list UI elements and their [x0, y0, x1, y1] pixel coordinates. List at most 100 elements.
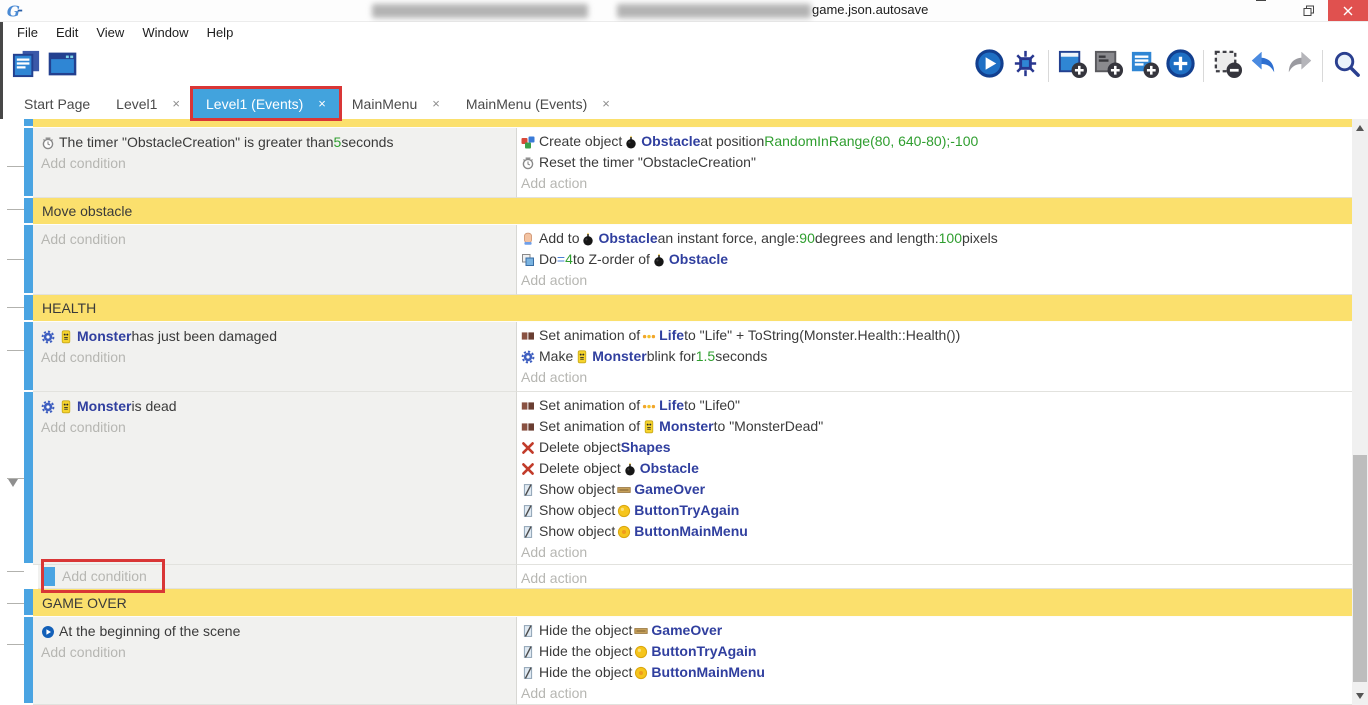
group-header[interactable]: GAME OVER — [33, 589, 1352, 617]
menu-help[interactable]: Help — [198, 22, 243, 43]
action-item[interactable]: Make Monster blink for 1.5 seconds — [521, 346, 1352, 367]
visibility-icon — [521, 504, 535, 518]
text-segment: to "Life0" — [684, 395, 740, 416]
add-action-button[interactable]: Add action — [521, 683, 1352, 704]
menu-edit[interactable]: Edit — [47, 22, 87, 43]
text-segment: Set animation of — [539, 416, 640, 437]
action-item[interactable]: Show object ButtonMainMenu — [521, 521, 1352, 542]
add-condition-button[interactable]: Add condition — [41, 229, 516, 250]
add-condition-button[interactable]: Add condition — [41, 642, 516, 663]
add-subevent-button[interactable] — [1090, 48, 1126, 84]
action-item[interactable]: Delete object Shapes — [521, 437, 1352, 458]
action-item[interactable]: Show object ButtonTryAgain — [521, 500, 1352, 521]
bug-icon — [1010, 48, 1041, 84]
event-row: The timer "ObstacleCreation" is greater … — [24, 128, 1352, 198]
actions-cell[interactable]: Set animation of Life to "Life" + ToStri… — [516, 322, 1352, 392]
action-item[interactable]: Hide the object GameOver — [521, 620, 1352, 641]
delete-event-button[interactable] — [1209, 48, 1245, 84]
condition-item[interactable]: Monster has just been damaged — [41, 326, 516, 347]
add-condition-button[interactable]: Add condition — [41, 417, 516, 438]
text-segment: GameOver — [634, 479, 705, 500]
scroll-up-icon[interactable] — [1356, 125, 1364, 131]
action-item[interactable]: Show object GameOver — [521, 479, 1352, 500]
redo-button[interactable] — [1281, 48, 1317, 84]
menu-view[interactable]: View — [87, 22, 133, 43]
condition-item[interactable]: At the beginning of the scene — [41, 621, 516, 642]
group-header[interactable]: HEALTH — [33, 295, 1352, 322]
add-event-button[interactable] — [1054, 48, 1090, 84]
preview-button[interactable] — [971, 48, 1007, 84]
action-item[interactable]: Set animation of Monster to "MonsterDead… — [521, 416, 1352, 437]
tab-level1-events[interactable]: Level1 (Events)× — [193, 88, 339, 119]
subevent-row: Add condition Add action — [24, 565, 1352, 589]
action-item[interactable]: Do = 4 to Z-order of Obstacle — [521, 249, 1352, 270]
conditions-cell[interactable]: Monster is deadAdd condition — [33, 392, 516, 565]
add-comment-button[interactable] — [1126, 48, 1162, 84]
subevent-conditions-cell[interactable]: Add condition — [38, 565, 516, 589]
condition-item[interactable]: The timer "ObstacleCreation" is greater … — [41, 132, 516, 153]
group-header[interactable] — [33, 119, 1352, 128]
text-segment: 4 — [565, 249, 573, 270]
add-action-button[interactable]: Add action — [521, 568, 1352, 589]
add-action-button[interactable]: Add action — [521, 173, 1352, 194]
event-highlight-bar — [24, 128, 33, 196]
gdevelop-logo-icon: G — [6, 2, 24, 20]
action-item[interactable]: Hide the object ButtonTryAgain — [521, 641, 1352, 662]
add-event-icon — [1057, 48, 1088, 84]
text-segment: Monster — [77, 326, 131, 347]
close-button[interactable] — [1328, 0, 1368, 21]
conditions-cell[interactable]: At the beginning of the sceneAdd conditi… — [33, 617, 516, 705]
action-item[interactable]: Reset the timer "ObstacleCreation" — [521, 152, 1352, 173]
close-tab-icon[interactable]: × — [172, 96, 180, 111]
add-action-button[interactable]: Add action — [521, 270, 1352, 291]
scroll-down-icon[interactable] — [1356, 693, 1364, 699]
undo-button[interactable] — [1245, 48, 1281, 84]
action-item[interactable]: Create object Obstacle at position Rando… — [521, 131, 1352, 152]
gameover-icon — [634, 624, 648, 638]
conditions-cell[interactable]: Add condition — [33, 225, 516, 295]
menu-file[interactable]: File — [8, 22, 47, 43]
event-highlight-bar — [24, 322, 33, 390]
restore-button[interactable] — [1292, 0, 1326, 21]
drag-handle-icon[interactable] — [8, 474, 18, 492]
subevent-actions-cell[interactable]: Add action — [516, 565, 1352, 589]
close-tab-icon[interactable]: × — [318, 96, 326, 111]
button-mainmenu-icon — [634, 666, 648, 680]
search-button[interactable] — [1328, 48, 1364, 84]
add-action-button[interactable]: Add action — [521, 542, 1352, 563]
open-window-button[interactable] — [44, 48, 80, 84]
actions-cell[interactable]: Hide the object GameOverHide the object … — [516, 617, 1352, 705]
event-highlight-bar — [24, 617, 33, 703]
conditions-cell[interactable]: The timer "ObstacleCreation" is greater … — [33, 128, 516, 198]
actions-cell[interactable]: Add to Obstacle an instant force, angle:… — [516, 225, 1352, 295]
action-item[interactable]: Hide the object ButtonMainMenu — [521, 662, 1352, 683]
close-tab-icon[interactable]: × — [602, 96, 610, 111]
action-item[interactable]: Set animation of Life to "Life0" — [521, 395, 1352, 416]
close-tab-icon[interactable]: × — [432, 96, 440, 111]
group-header[interactable]: Move obstacle — [33, 198, 1352, 225]
vertical-scrollbar[interactable] — [1352, 119, 1368, 705]
text-segment: RandomInRange(80, 640-80);-100 — [764, 131, 978, 152]
tab-mainmenu-events[interactable]: MainMenu (Events)× — [453, 88, 623, 119]
add-more-button[interactable] — [1162, 48, 1198, 84]
add-condition-button[interactable]: Add condition — [62, 565, 147, 588]
action-item[interactable]: Delete object Obstacle — [521, 458, 1352, 479]
action-item[interactable]: Set animation of Life to "Life" + ToStri… — [521, 325, 1352, 346]
actions-cell[interactable]: Create object Obstacle at position Rando… — [516, 128, 1352, 198]
action-item[interactable]: Add to Obstacle an instant force, angle:… — [521, 228, 1352, 249]
add-action-button[interactable]: Add action — [521, 367, 1352, 388]
actions-cell[interactable]: Set animation of Life to "Life0"Set anim… — [516, 392, 1352, 565]
condition-item[interactable]: Monster is dead — [41, 396, 516, 417]
menu-window[interactable]: Window — [133, 22, 197, 43]
tab-start-page[interactable]: Start Page — [11, 88, 103, 119]
minimize-button[interactable] — [1256, 0, 1290, 21]
tab-mainmenu[interactable]: MainMenu× — [339, 88, 453, 119]
debug-button[interactable] — [1007, 48, 1043, 84]
add-condition-button[interactable]: Add condition — [41, 347, 516, 368]
project-manager-button[interactable] — [8, 48, 44, 84]
scrollbar-thumb[interactable] — [1353, 455, 1367, 682]
force-icon — [521, 232, 535, 246]
add-condition-button[interactable]: Add condition — [41, 153, 516, 174]
conditions-cell[interactable]: Monster has just been damagedAdd conditi… — [33, 322, 516, 392]
tab-level1[interactable]: Level1× — [103, 88, 193, 119]
